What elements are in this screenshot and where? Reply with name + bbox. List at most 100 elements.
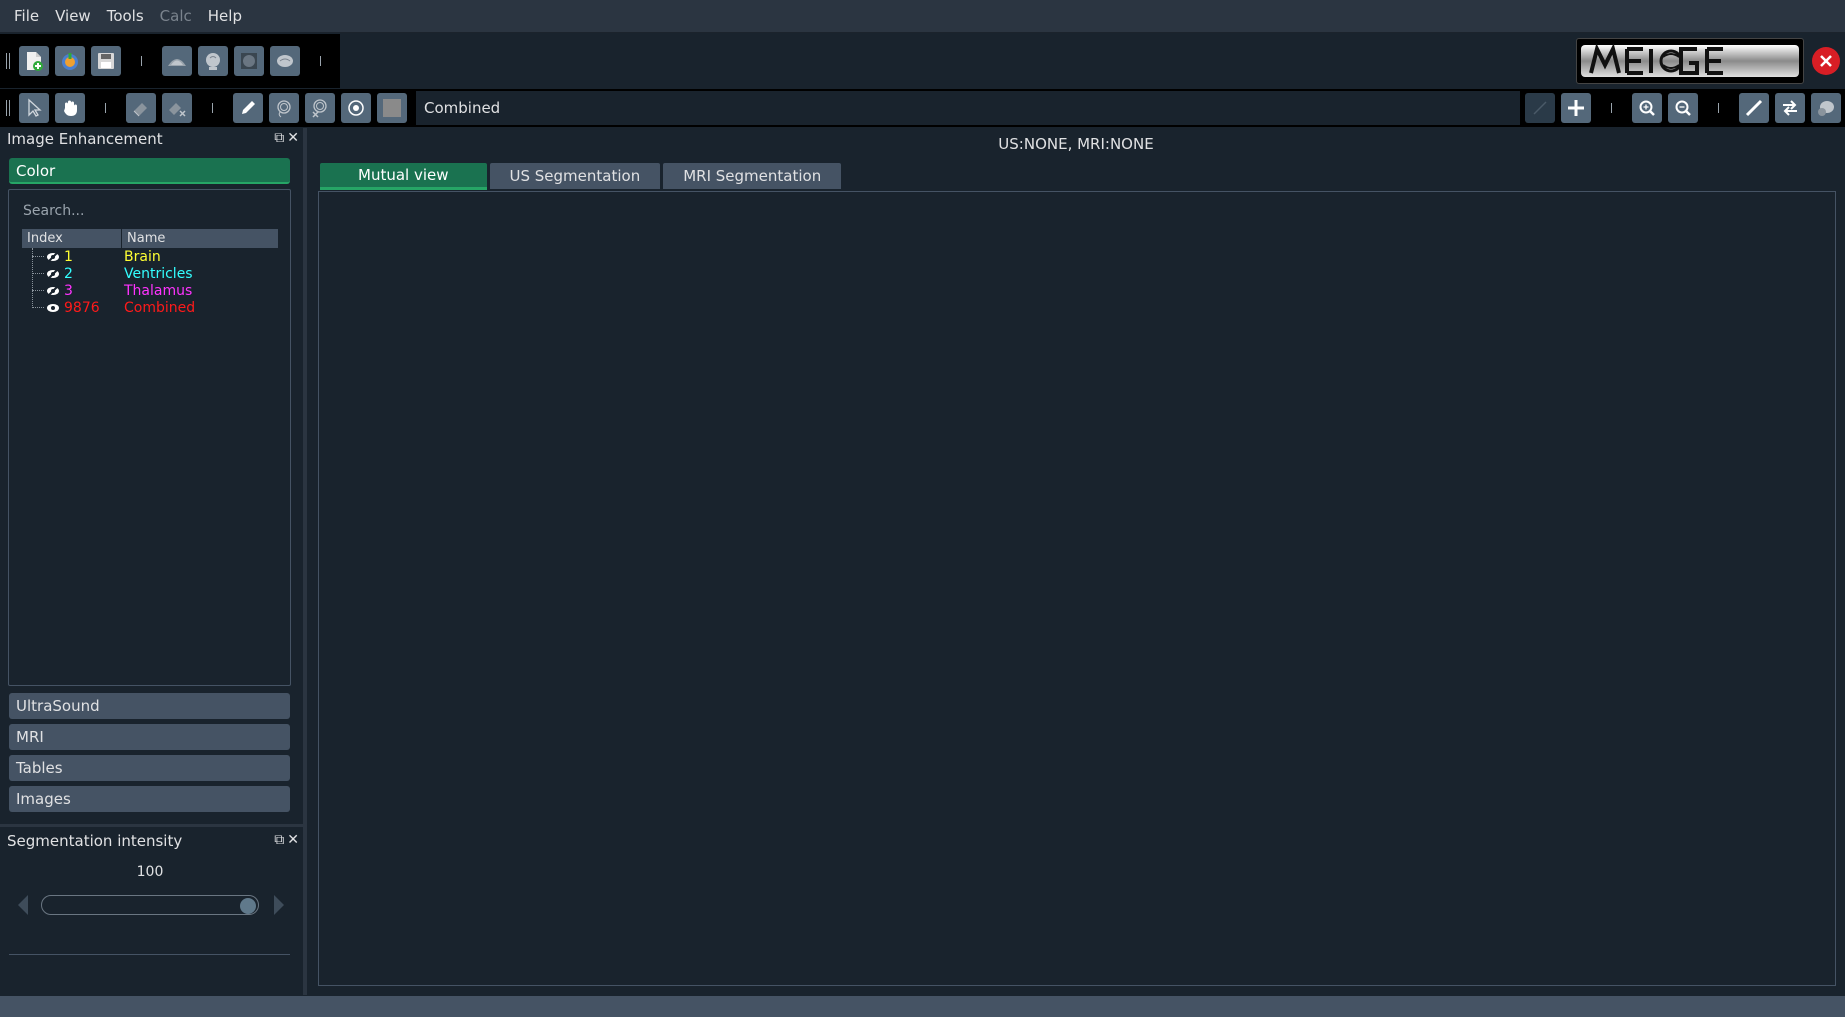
- toolbar-separator: [212, 103, 213, 113]
- slider-left-arrow-icon[interactable]: [18, 895, 28, 915]
- label-index: 1: [64, 248, 73, 265]
- section-mri[interactable]: MRI: [9, 724, 290, 750]
- ruler-button[interactable]: [1739, 93, 1769, 123]
- save-button[interactable]: [91, 46, 121, 76]
- label-color-swatch[interactable]: [377, 93, 407, 123]
- dock-controls: ⧉ ✕: [274, 832, 299, 848]
- mri-head-button[interactable]: [198, 46, 228, 76]
- label-tree-header: Index Name: [22, 229, 278, 248]
- eye-hidden-icon[interactable]: [46, 267, 60, 281]
- crosshair-button[interactable]: [1561, 93, 1591, 123]
- tree-row[interactable]: 3 Thalamus: [22, 282, 192, 299]
- zoom-out-icon: [1675, 100, 1691, 116]
- view-tabs: Mutual view US Segmentation MRI Segmenta…: [320, 163, 842, 190]
- us-volume-button[interactable]: [162, 46, 192, 76]
- toolbar-grip[interactable]: [6, 100, 10, 116]
- dock-central-splitter[interactable]: [303, 128, 307, 995]
- zoom-in-button[interactable]: [1632, 93, 1662, 123]
- brush-tool-button[interactable]: [341, 93, 371, 123]
- main-toolbar: [0, 34, 1845, 88]
- save-icon: [98, 53, 114, 69]
- menu-view[interactable]: View: [47, 0, 99, 33]
- tree-row[interactable]: 9876 Combined: [22, 299, 195, 316]
- tree-row[interactable]: 2 Ventricles: [22, 265, 193, 282]
- brush-circle-icon: [348, 100, 364, 116]
- section-ultrasound[interactable]: UltraSound: [9, 693, 290, 719]
- column-index[interactable]: Index: [22, 229, 122, 248]
- toolbar-separator: [105, 103, 106, 113]
- label-index: 2: [64, 265, 73, 282]
- eye-visible-icon[interactable]: [46, 301, 60, 315]
- eye-hidden-icon[interactable]: [46, 284, 60, 298]
- pan-tool-button[interactable]: [55, 93, 85, 123]
- dock-splitter[interactable]: [0, 824, 303, 827]
- new-file-button[interactable]: [19, 46, 49, 76]
- toolbar-spacer: [500, 91, 1520, 125]
- edit-tools-row: Combined: [0, 89, 509, 127]
- slider-handle[interactable]: [240, 898, 256, 914]
- close-app-button[interactable]: [1812, 47, 1840, 75]
- lasso-tool-button[interactable]: [269, 93, 299, 123]
- float-dock-icon[interactable]: ⧉: [274, 130, 284, 146]
- brain-button[interactable]: [270, 46, 300, 76]
- pencil-icon: [242, 101, 255, 114]
- app-window: File View Tools Calc Help Combined Image…: [0, 0, 1845, 1017]
- close-icon: [1820, 55, 1832, 67]
- menu-tools[interactable]: Tools: [99, 0, 152, 33]
- float-dock-icon[interactable]: ⧉: [274, 832, 284, 848]
- plus-icon: [1568, 100, 1584, 116]
- lasso-icon: [277, 100, 291, 118]
- section-tables[interactable]: Tables: [9, 755, 290, 781]
- section-color[interactable]: Color: [9, 158, 290, 184]
- erase-all-button[interactable]: [162, 93, 192, 123]
- ruler-icon: [1745, 99, 1763, 117]
- intensity-slider[interactable]: [41, 895, 259, 915]
- column-name[interactable]: Name: [122, 229, 165, 248]
- tab-us-segmentation[interactable]: US Segmentation: [489, 163, 661, 189]
- eye-hidden-icon[interactable]: [46, 250, 60, 264]
- pen-tool-button[interactable]: [233, 93, 263, 123]
- label-name: Brain: [124, 248, 161, 265]
- color-swatch-icon: [383, 99, 401, 117]
- toolbar-separator: [141, 56, 142, 66]
- section-images[interactable]: Images: [9, 786, 290, 812]
- menu-file[interactable]: File: [6, 0, 47, 33]
- intensity-value: 100: [136, 864, 164, 880]
- dock-title-text: Image Enhancement: [7, 130, 163, 148]
- brain-settings-button[interactable]: [1811, 93, 1841, 123]
- mutual-view-canvas[interactable]: [318, 191, 1836, 986]
- line-icon: [1533, 101, 1547, 115]
- slider-right-arrow-icon[interactable]: [274, 895, 284, 915]
- toolbar-separator: [320, 56, 321, 66]
- open-file-button[interactable]: [55, 46, 85, 76]
- disabled-tool-button: [1525, 93, 1555, 123]
- menubar: File View Tools Calc Help: [0, 0, 1845, 33]
- file-toolbar: [0, 34, 340, 88]
- swap-views-button[interactable]: [1775, 93, 1805, 123]
- tab-mutual-view[interactable]: Mutual view: [320, 163, 487, 190]
- hand-icon: [64, 100, 77, 116]
- toolbar-separator: [1611, 103, 1612, 113]
- dock-controls: ⧉ ✕: [274, 130, 299, 146]
- cursor-icon: [28, 98, 42, 117]
- view-tools-row: [1522, 89, 1844, 127]
- open-brain-icon: [62, 53, 78, 70]
- menu-help[interactable]: Help: [200, 0, 250, 33]
- eraser-button[interactable]: [126, 93, 156, 123]
- eraser-x-icon: [169, 103, 186, 117]
- select-tool-button[interactable]: [19, 93, 49, 123]
- lasso-erase-button[interactable]: [305, 93, 335, 123]
- tree-row[interactable]: 1 Brain: [22, 248, 161, 265]
- toolbar-grip[interactable]: [6, 53, 10, 69]
- close-dock-icon[interactable]: ✕: [287, 832, 299, 848]
- zoom-in-icon: [1639, 100, 1655, 116]
- tab-mri-segmentation[interactable]: MRI Segmentation: [663, 163, 842, 189]
- mri-slice-button[interactable]: [234, 46, 264, 76]
- lasso-x-icon: [312, 99, 327, 118]
- label-index: 9876: [64, 299, 100, 316]
- close-dock-icon[interactable]: ✕: [287, 130, 299, 146]
- ultrasound-icon: [168, 59, 186, 66]
- label-search-input[interactable]: Search...: [16, 199, 284, 223]
- active-label-combo[interactable]: Combined: [416, 91, 509, 125]
- zoom-out-button[interactable]: [1668, 93, 1698, 123]
